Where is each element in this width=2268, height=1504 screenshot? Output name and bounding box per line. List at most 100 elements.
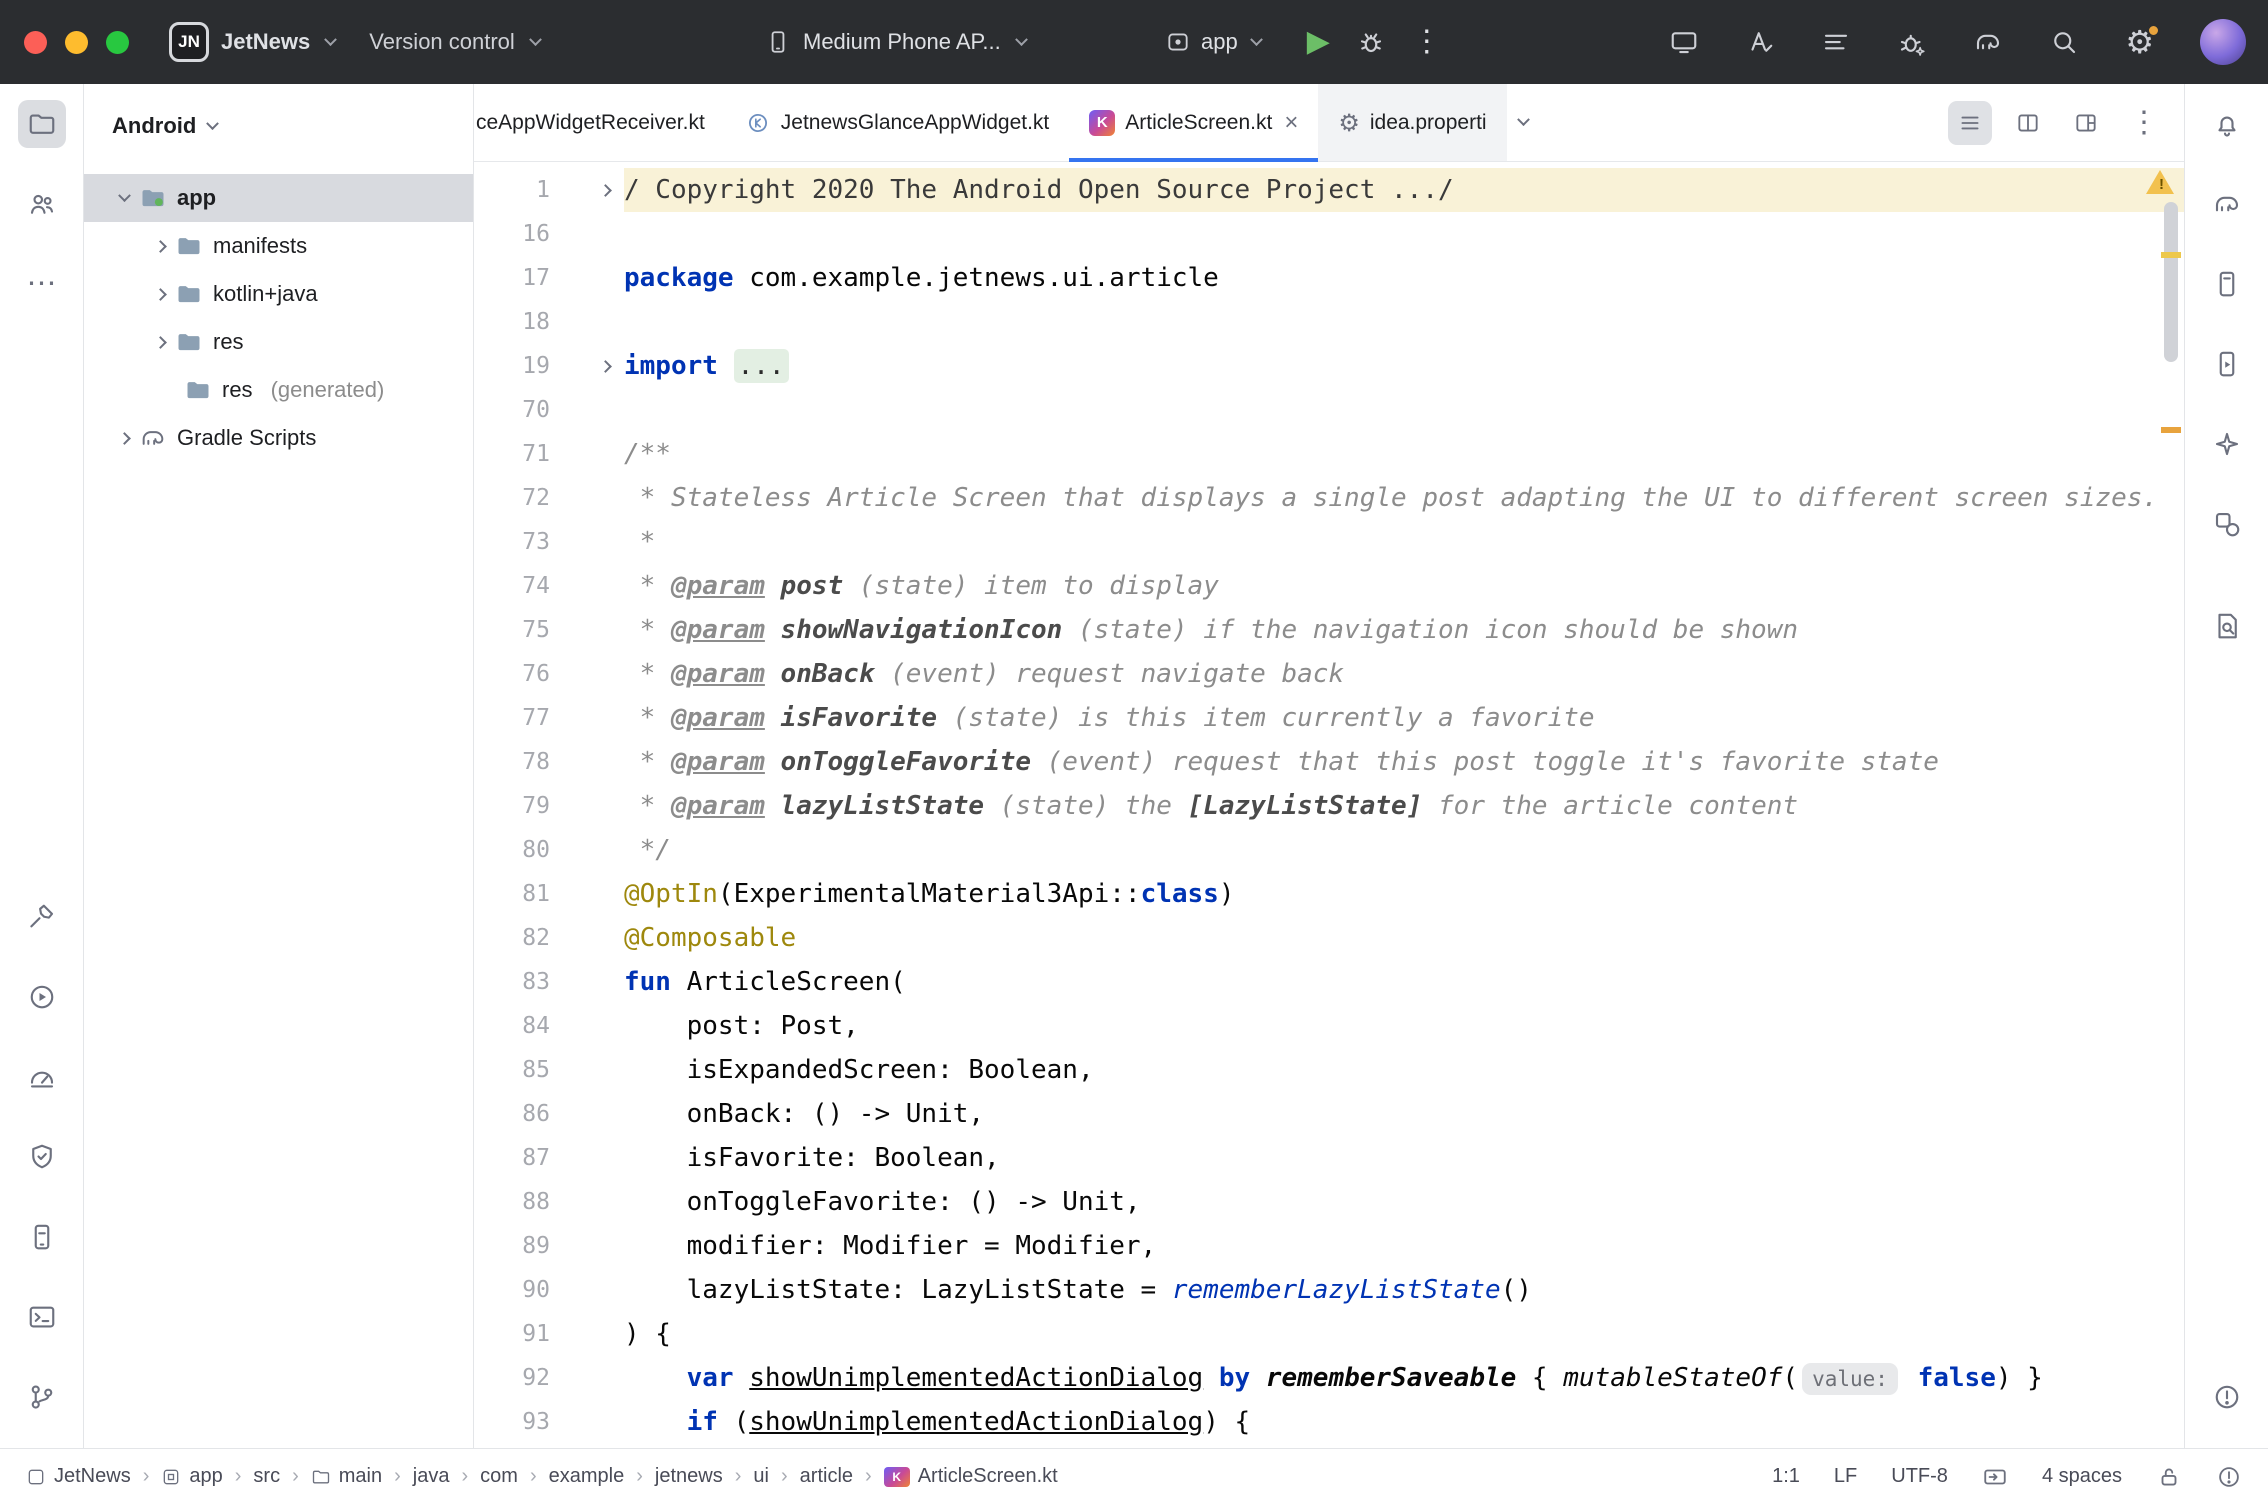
- tree-item-manifests[interactable]: manifests: [84, 222, 473, 270]
- user-avatar[interactable]: [2200, 19, 2246, 65]
- code-line[interactable]: 16: [474, 212, 2184, 256]
- fold-collapsed-icon[interactable]: [550, 168, 624, 212]
- code-line[interactable]: 92 var showUnimplementedActionDialog by …: [474, 1356, 2184, 1400]
- breadcrumb-item[interactable]: com: [480, 1465, 518, 1488]
- build-tool-button[interactable]: [18, 893, 66, 941]
- line-separator-widget[interactable]: LF: [1834, 1465, 1857, 1488]
- run-tool-button[interactable]: [18, 973, 66, 1021]
- code-line[interactable]: 71/**: [474, 432, 2184, 476]
- code-line[interactable]: 90 lazyListState: LazyListState = rememb…: [474, 1268, 2184, 1312]
- code-line[interactable]: 17package com.example.jetnews.ui.article: [474, 256, 2184, 300]
- breadcrumb-item[interactable]: src: [253, 1465, 280, 1488]
- minimize-window-button[interactable]: [65, 31, 88, 54]
- breadcrumb-item[interactable]: JetNews: [26, 1465, 131, 1488]
- project-view-selector[interactable]: Android: [84, 102, 473, 150]
- code-line[interactable]: 70: [474, 388, 2184, 432]
- encoding-widget[interactable]: UTF-8: [1891, 1465, 1948, 1488]
- code-line[interactable]: 77 * @param isFavorite (state) is this i…: [474, 696, 2184, 740]
- device-explorer-tool-button[interactable]: [18, 1213, 66, 1261]
- maximize-window-button[interactable]: [106, 31, 129, 54]
- code-line[interactable]: 74 * @param post (state) item to display: [474, 564, 2184, 608]
- breadcrumb-item[interactable]: app: [161, 1465, 222, 1488]
- breadcrumb-item[interactable]: article: [800, 1465, 853, 1488]
- tree-item-kotlin-java[interactable]: kotlin+java: [84, 270, 473, 318]
- app-inspection-button[interactable]: [2203, 500, 2251, 548]
- indent-widget[interactable]: 4 spaces: [2042, 1465, 2122, 1488]
- commit-tool-button[interactable]: [18, 180, 66, 228]
- code-line[interactable]: 80 */: [474, 828, 2184, 872]
- code-line[interactable]: 83fun ArticleScreen(: [474, 960, 2184, 1004]
- notifications-button[interactable]: [2203, 100, 2251, 148]
- tree-item-res-generated[interactable]: res (generated): [84, 366, 473, 414]
- breadcrumb-item[interactable]: jetnews: [655, 1465, 723, 1488]
- device-mirroring-icon[interactable]: [1669, 27, 1699, 57]
- code-line[interactable]: 18: [474, 300, 2184, 344]
- running-devices-button[interactable]: [2203, 340, 2251, 388]
- code-line[interactable]: 79 * @param lazyListState (state) the [L…: [474, 784, 2184, 828]
- editor-scrollbar[interactable]: [2164, 202, 2178, 362]
- gemini-button[interactable]: [2203, 420, 2251, 468]
- tab-jetnews-glance-app-widget[interactable]: JetnewsGlanceAppWidget.kt: [725, 84, 1069, 161]
- run-configuration-label[interactable]: app: [1201, 29, 1238, 55]
- code-line[interactable]: 1/ Copyright 2020 The Android Open Sourc…: [474, 168, 2184, 212]
- error-status-icon[interactable]: [2216, 1464, 2242, 1490]
- tree-item-res[interactable]: res: [84, 318, 473, 366]
- run-button[interactable]: ▶: [1307, 27, 1330, 57]
- settings-button[interactable]: ⚙: [2125, 26, 2154, 59]
- code-line[interactable]: 78 * @param onToggleFavorite (event) req…: [474, 740, 2184, 784]
- tab-indicator-icon[interactable]: [1982, 1464, 2008, 1490]
- code-editor[interactable]: 1/ Copyright 2020 The Android Open Sourc…: [474, 162, 2184, 1448]
- hidden-tabs-button[interactable]: [1507, 118, 1541, 127]
- gradle-sync-icon[interactable]: [1973, 27, 2003, 57]
- tab-idea-properties[interactable]: ⚙ idea.properti: [1318, 84, 1506, 161]
- tree-item-gradle-scripts[interactable]: Gradle Scripts: [84, 414, 473, 462]
- preview-layout-button[interactable]: [2064, 101, 2108, 145]
- caret-position-widget[interactable]: 1:1: [1772, 1465, 1800, 1488]
- editor-more-button[interactable]: ⋮: [2122, 101, 2166, 145]
- code-line[interactable]: 76 * @param onBack (event) request navig…: [474, 652, 2184, 696]
- code-line[interactable]: 73 *: [474, 520, 2184, 564]
- code-line[interactable]: 91) {: [474, 1312, 2184, 1356]
- project-tool-button[interactable]: [18, 100, 66, 148]
- tab-glance-app-widget-receiver[interactable]: ceAppWidgetReceiver.kt: [474, 84, 725, 161]
- app-quality-insights-icon[interactable]: [1897, 27, 1927, 57]
- breadcrumb-item[interactable]: example: [549, 1465, 625, 1488]
- code-line[interactable]: 85 isExpandedScreen: Boolean,: [474, 1048, 2184, 1092]
- breadcrumb-item[interactable]: ui: [753, 1465, 769, 1488]
- code-line[interactable]: 82@Composable: [474, 916, 2184, 960]
- code-line[interactable]: 75 * @param showNavigationIcon (state) i…: [474, 608, 2184, 652]
- search-everywhere-icon[interactable]: [2049, 27, 2079, 57]
- profiler-tool-button[interactable]: [18, 1053, 66, 1101]
- more-actions-button[interactable]: ⋮: [1412, 27, 1442, 57]
- version-control-tool-button[interactable]: [18, 1373, 66, 1421]
- gradle-tool-button[interactable]: [2203, 180, 2251, 228]
- project-widget[interactable]: JN JetNews: [169, 22, 335, 62]
- split-editor-button[interactable]: [2006, 101, 2050, 145]
- breadcrumb-item[interactable]: java: [413, 1465, 450, 1488]
- find-tool-button[interactable]: [2203, 602, 2251, 650]
- warning-stripe-mark[interactable]: [2161, 427, 2181, 433]
- fold-collapsed-icon[interactable]: [550, 344, 624, 388]
- code-line[interactable]: 89 modifier: Modifier = Modifier,: [474, 1224, 2184, 1268]
- lock-icon[interactable]: [2156, 1464, 2182, 1490]
- close-window-button[interactable]: [24, 31, 47, 54]
- device-selector[interactable]: Medium Phone AP...: [765, 29, 1026, 55]
- code-line[interactable]: 19import ...: [474, 344, 2184, 388]
- logcat-icon[interactable]: [1821, 27, 1851, 57]
- device-manager-button[interactable]: [2203, 260, 2251, 308]
- code-line[interactable]: 87 isFavorite: Boolean,: [474, 1136, 2184, 1180]
- play-policy-tool-button[interactable]: [18, 1133, 66, 1181]
- problems-tool-button[interactable]: [2203, 1373, 2251, 1421]
- more-tool-windows-button[interactable]: ⋯: [18, 260, 66, 308]
- code-line[interactable]: 84 post: Post,: [474, 1004, 2184, 1048]
- debug-button[interactable]: [1356, 27, 1386, 57]
- code-line[interactable]: 72 * Stateless Article Screen that displ…: [474, 476, 2184, 520]
- editor-list-toggle-button[interactable]: [1948, 101, 1992, 145]
- warning-stripe-mark[interactable]: [2161, 252, 2181, 258]
- terminal-tool-button[interactable]: [18, 1293, 66, 1341]
- breadcrumb-item[interactable]: main: [311, 1465, 382, 1488]
- tab-article-screen[interactable]: K ArticleScreen.kt ×: [1069, 84, 1318, 161]
- code-line[interactable]: 88 onToggleFavorite: () -> Unit,: [474, 1180, 2184, 1224]
- close-tab-icon[interactable]: ×: [1284, 109, 1298, 137]
- code-line[interactable]: 81@OptIn(ExperimentalMaterial3Api::class…: [474, 872, 2184, 916]
